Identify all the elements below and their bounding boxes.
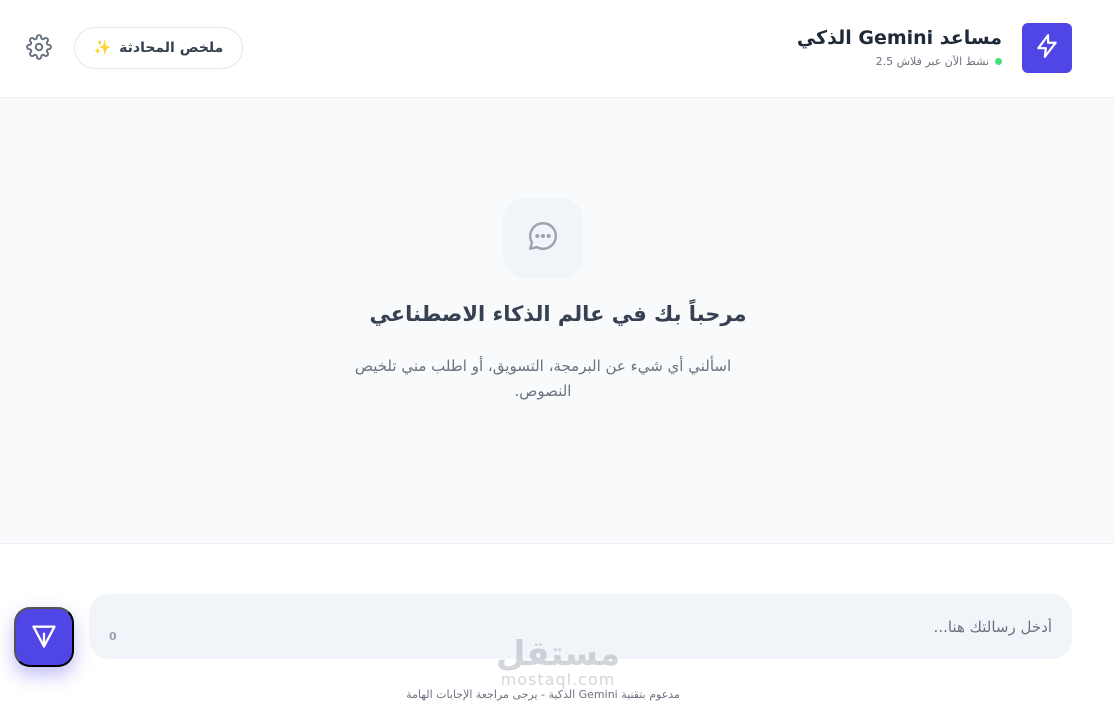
welcome-subtitle: اسألني أي شيء عن البرمجة، التسويق، أو اط…	[354, 357, 732, 400]
gear-icon	[26, 34, 52, 64]
message-input[interactable]	[172, 594, 1052, 659]
welcome-title: مرحباً بك في عالم الذكاء الاصطناعي	[369, 302, 747, 326]
app-header: مساعد Gemini الذكي نشط الآن عبر فلاش 2.5…	[0, 0, 1115, 98]
settings-button[interactable]	[24, 34, 54, 64]
status-text: نشط الآن عبر فلاش 2.5	[875, 55, 989, 68]
character-count: 0	[109, 630, 117, 643]
lightning-icon	[1034, 33, 1060, 63]
brand-text: مساعد Gemini الذكي نشط الآن عبر فلاش 2.5	[797, 27, 1002, 68]
welcome-icon-tile	[503, 198, 583, 278]
status-dot	[995, 58, 1002, 65]
chat-bubble-icon	[526, 219, 560, 257]
send-icon	[30, 622, 58, 653]
app-window: مساعد Gemini الذكي نشط الآن عبر فلاش 2.5…	[0, 0, 1115, 713]
summary-label: ملخص المحادثة	[119, 40, 224, 56]
message-input-container[interactable]: 0	[89, 594, 1072, 659]
app-title: مساعد Gemini الذكي	[796, 27, 1002, 49]
status-line: نشط الآن عبر فلاش 2.5	[797, 55, 1002, 68]
conversation-summary-button[interactable]: ملخص المحادثة ✨	[74, 27, 243, 69]
brand-logo	[1022, 23, 1072, 73]
sparkles-icon: ✨	[93, 40, 112, 56]
watermark-url: mostaql.com	[500, 670, 616, 689]
send-button[interactable]	[14, 607, 74, 667]
chat-area[interactable]: مرحباً بك في عالم الذكاء الاصطناعي اسألن…	[0, 98, 1115, 544]
powered-by-note: مدعوم بتقنية Gemini الذكية - يرجى مراجعة…	[406, 688, 680, 701]
composer-area: 0 مستقل mostaql.com مدعوم بتقنية Gemini …	[0, 544, 1115, 713]
